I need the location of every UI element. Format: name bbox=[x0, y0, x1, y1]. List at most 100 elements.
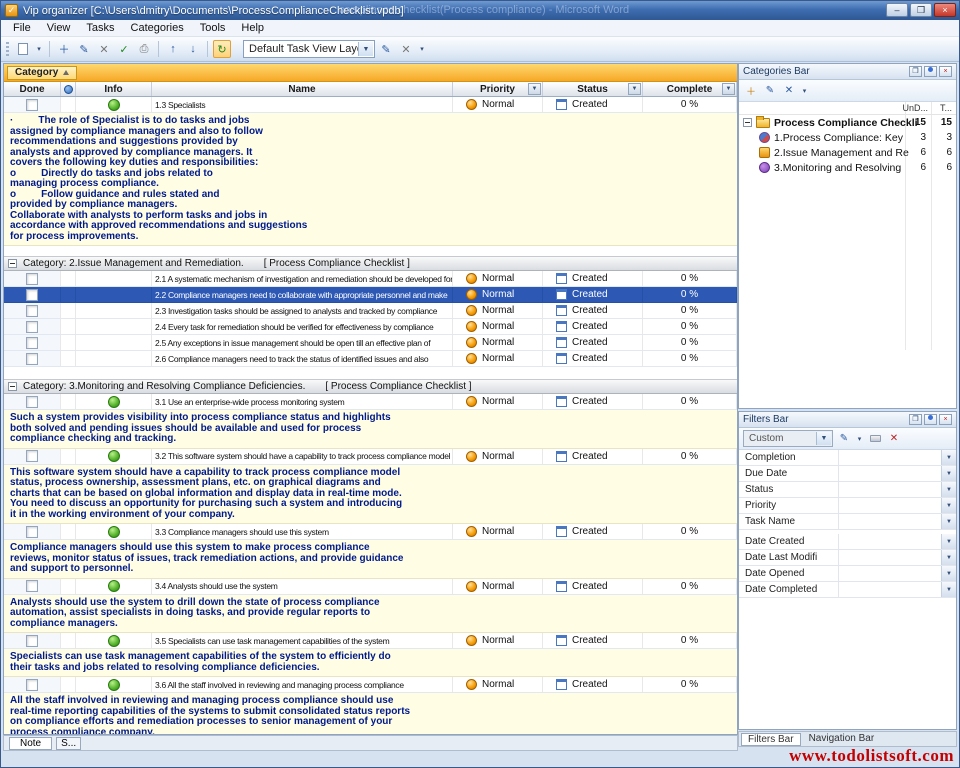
panel-close-icon[interactable]: × bbox=[939, 66, 952, 77]
done-checkbox[interactable] bbox=[26, 289, 38, 301]
filter-row[interactable]: Completion ▼ bbox=[739, 450, 956, 466]
priority-cell[interactable]: Normal bbox=[453, 633, 543, 648]
panel-pin-icon[interactable] bbox=[924, 414, 937, 425]
done-checkbox[interactable] bbox=[26, 305, 38, 317]
task-row[interactable]: 2.4 Every task for remediation should be… bbox=[4, 319, 737, 335]
filter-dropdown-icon[interactable]: ▼ bbox=[941, 582, 956, 597]
column-header-name[interactable]: Name bbox=[152, 82, 453, 96]
done-checkbox[interactable] bbox=[26, 526, 38, 538]
task-name[interactable]: 3.2 This software system should have a c… bbox=[152, 449, 453, 464]
panel-close-icon[interactable]: × bbox=[939, 414, 952, 425]
done-checkbox[interactable] bbox=[26, 450, 38, 462]
combo-dropdown-icon[interactable]: ▼ bbox=[816, 432, 831, 445]
complete-cell[interactable]: 0 % bbox=[643, 633, 737, 648]
move-down-icon[interactable]: ↓ bbox=[184, 40, 202, 58]
add-category-icon[interactable]: ＋ bbox=[743, 83, 759, 99]
category-group-row[interactable]: Category: 2.Issue Management and Remedia… bbox=[4, 256, 737, 271]
filter-value[interactable] bbox=[839, 566, 941, 581]
done-checkbox[interactable] bbox=[26, 273, 38, 285]
collapse-tree-icon[interactable] bbox=[743, 118, 752, 127]
task-row[interactable]: 3.5 Specialists can use task management … bbox=[4, 633, 737, 649]
task-name[interactable]: 3.4 Analysts should use the system bbox=[152, 579, 453, 594]
complete-filter-button[interactable]: ▼ bbox=[722, 83, 735, 95]
complete-cell[interactable]: 0 % bbox=[643, 394, 737, 409]
filter-dropdown-icon[interactable]: ▼ bbox=[941, 566, 956, 581]
done-checkbox[interactable] bbox=[26, 353, 38, 365]
status-cell[interactable]: Created bbox=[543, 319, 643, 334]
task-name[interactable]: 3.5 Specialists can use task management … bbox=[152, 633, 453, 648]
filter-value[interactable] bbox=[839, 466, 941, 481]
toolbar-options-dropdown[interactable]: ▾ bbox=[417, 40, 427, 58]
priority-cell[interactable]: Normal bbox=[453, 335, 543, 350]
status-cell[interactable]: Created bbox=[543, 335, 643, 350]
filter-dropdown-icon[interactable]: ▼ bbox=[941, 450, 956, 465]
collapse-group-icon[interactable] bbox=[8, 382, 17, 391]
status-cell[interactable]: Created bbox=[543, 449, 643, 464]
combo-dropdown-icon[interactable]: ▼ bbox=[358, 42, 373, 56]
filter-preset-combo[interactable]: Custom ▼ bbox=[743, 430, 833, 447]
complete-cell[interactable]: 0 % bbox=[643, 319, 737, 334]
status-cell[interactable]: Created bbox=[543, 303, 643, 318]
status-cell[interactable]: Created bbox=[543, 677, 643, 692]
filter-value[interactable] bbox=[839, 550, 941, 565]
complete-cell[interactable]: 0 % bbox=[643, 449, 737, 464]
task-name[interactable]: 2.2 Compliance managers need to collabor… bbox=[152, 287, 453, 302]
task-row[interactable]: 2.1 A systematic mechanism of investigat… bbox=[4, 271, 737, 287]
filter-options-dropdown[interactable]: ▾ bbox=[855, 431, 864, 447]
task-row[interactable]: 2.6 Compliance managers need to track th… bbox=[4, 351, 737, 367]
panel-pin-icon[interactable] bbox=[924, 66, 937, 77]
complete-cell[interactable]: 0 % bbox=[643, 351, 737, 366]
done-checkbox[interactable] bbox=[26, 337, 38, 349]
done-checkbox[interactable] bbox=[26, 321, 38, 333]
minimize-button[interactable]: – bbox=[886, 3, 908, 17]
erase-filter-icon[interactable] bbox=[867, 431, 883, 447]
tab-navigation-bar[interactable]: Navigation Bar bbox=[803, 733, 881, 746]
total-column-header[interactable]: T... bbox=[940, 103, 952, 113]
filter-row[interactable]: Date Completed ▼ bbox=[739, 582, 956, 598]
done-checkbox[interactable] bbox=[26, 580, 38, 592]
close-button[interactable]: × bbox=[934, 3, 956, 17]
priority-cell[interactable]: Normal bbox=[453, 303, 543, 318]
filter-dropdown-icon[interactable]: ▼ bbox=[941, 498, 956, 513]
menu-view[interactable]: View bbox=[39, 21, 79, 35]
complete-cell[interactable]: 0 % bbox=[643, 97, 737, 112]
task-row-selected[interactable]: 2.2 Compliance managers need to collabor… bbox=[4, 287, 737, 303]
task-row[interactable]: 3.1 Use an enterprise-wide process monit… bbox=[4, 394, 737, 410]
menu-categories[interactable]: Categories bbox=[123, 21, 192, 35]
panel-position-icon[interactable]: ❐ bbox=[909, 66, 922, 77]
filter-dropdown-icon[interactable]: ▼ bbox=[941, 482, 956, 497]
tree-item-category[interactable]: 1.Process Compliance: Key 3 3 bbox=[739, 130, 956, 145]
task-note[interactable]: Analysts should use the system to drill … bbox=[4, 595, 737, 634]
group-by-category-chip[interactable]: Category bbox=[7, 66, 77, 80]
priority-cell[interactable]: Normal bbox=[453, 271, 543, 286]
complete-task-icon[interactable]: ✓ bbox=[115, 40, 133, 58]
filter-row[interactable]: Date Opened ▼ bbox=[739, 566, 956, 582]
edit-filter-icon[interactable]: ✎ bbox=[836, 431, 852, 447]
task-name[interactable]: 2.6 Compliance managers need to track th… bbox=[152, 351, 453, 366]
tree-item-category[interactable]: 2.Issue Management and Re 6 6 bbox=[739, 145, 956, 160]
filter-value[interactable] bbox=[839, 450, 941, 465]
undone-column-header[interactable]: UnD... bbox=[902, 103, 928, 113]
priority-cell[interactable]: Normal bbox=[453, 524, 543, 539]
task-row[interactable]: 3.6 All the staff involved in reviewing … bbox=[4, 677, 737, 693]
collapse-group-icon[interactable] bbox=[8, 259, 17, 268]
category-group-row[interactable]: Category: 3.Monitoring and Resolving Com… bbox=[4, 379, 737, 394]
complete-cell[interactable]: 0 % bbox=[643, 677, 737, 692]
note-tab[interactable]: Note bbox=[9, 737, 52, 750]
add-task-icon[interactable]: ＋ bbox=[55, 40, 73, 58]
status-cell[interactable]: Created bbox=[543, 287, 643, 302]
task-note[interactable]: Compliance managers should use this syst… bbox=[4, 540, 737, 579]
filter-row[interactable]: Due Date ▼ bbox=[739, 466, 956, 482]
task-note[interactable]: This software system should have a capab… bbox=[4, 465, 737, 525]
filter-row[interactable]: Status ▼ bbox=[739, 482, 956, 498]
refresh-icon[interactable]: ↻ bbox=[213, 40, 231, 58]
delete-category-icon[interactable]: ✕ bbox=[781, 83, 797, 99]
complete-cell[interactable]: 0 % bbox=[643, 271, 737, 286]
filter-value[interactable] bbox=[839, 582, 941, 597]
filter-dropdown-icon[interactable]: ▼ bbox=[941, 534, 956, 549]
filter-value[interactable] bbox=[839, 514, 941, 529]
column-header-priority[interactable]: Priority ▼ bbox=[453, 82, 543, 96]
priority-cell[interactable]: Normal bbox=[453, 97, 543, 112]
task-note[interactable]: Such a system provides visibility into p… bbox=[4, 410, 737, 449]
status-filter-button[interactable]: ▼ bbox=[628, 83, 641, 95]
